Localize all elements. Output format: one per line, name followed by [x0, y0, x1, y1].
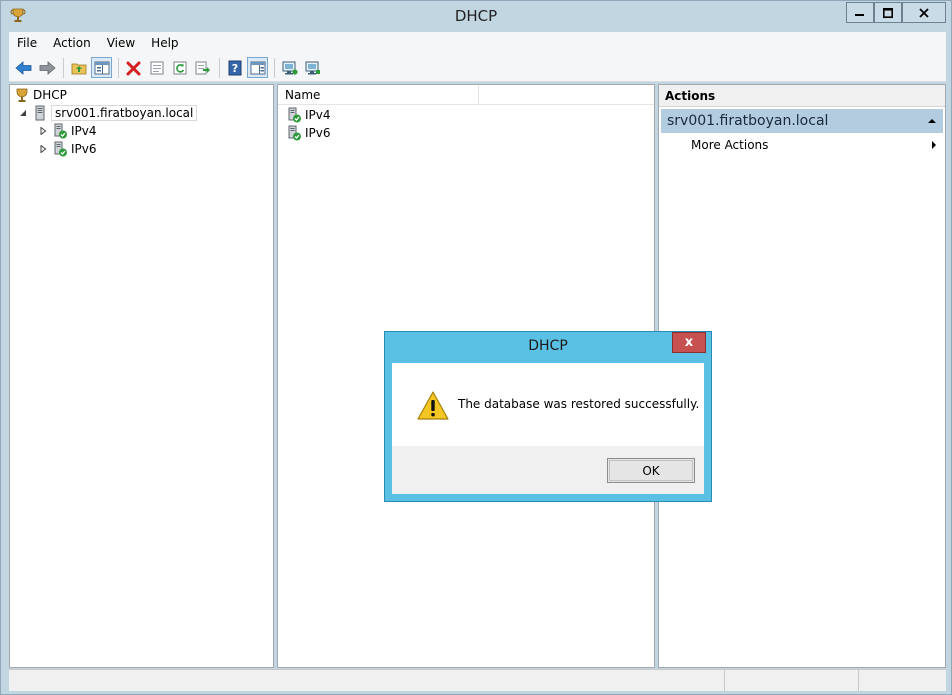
refresh-button[interactable]: [169, 57, 190, 78]
help-button[interactable]: ?: [224, 57, 245, 78]
collapse-arrow-icon[interactable]: [18, 108, 28, 118]
dialog-title: DHCP: [528, 338, 568, 354]
show-hide-action-pane-icon: [250, 61, 265, 74]
column-header-name[interactable]: Name: [278, 85, 479, 105]
ipv6-scope-icon: [288, 125, 301, 141]
status-segment: [858, 670, 946, 692]
toolbar-separator: [118, 57, 119, 78]
back-arrow-icon: [14, 60, 31, 75]
close-icon: [919, 7, 929, 18]
properties-icon: [150, 61, 163, 74]
list-header: Name: [278, 85, 654, 105]
unauthorize-server-button[interactable]: [302, 57, 323, 78]
ipv4-scope-icon: [288, 107, 301, 123]
warning-icon: [417, 391, 449, 420]
help-icon: ?: [228, 60, 241, 75]
delete-icon: [126, 61, 140, 75]
tree-ipv4-label: IPv4: [71, 124, 97, 138]
back-button[interactable]: [13, 57, 34, 78]
maximize-icon: [883, 7, 893, 18]
ipv4-scope-icon: [54, 123, 67, 139]
tree-node-ipv6[interactable]: IPv6: [38, 140, 97, 158]
menu-help[interactable]: Help: [143, 36, 186, 50]
more-actions-item[interactable]: More Actions: [659, 135, 945, 155]
toolbar-separator: [274, 57, 275, 78]
menu-action[interactable]: Action: [45, 36, 99, 50]
tree-root-label: DHCP: [33, 88, 67, 102]
dialog-body: The database was restored successfully.: [392, 363, 704, 446]
forward-button[interactable]: [36, 57, 57, 78]
dhcp-trophy-icon: [16, 88, 28, 102]
actions-group-server[interactable]: srv001.firatboyan.local: [661, 109, 943, 133]
minimize-icon: [855, 13, 864, 16]
menu-file[interactable]: File: [9, 36, 45, 50]
tree-server-label: srv001.firatboyan.local: [51, 105, 198, 121]
server-authorize-icon: [282, 61, 298, 75]
list-item-label: IPv6: [305, 126, 331, 140]
dialog-close-button[interactable]: x: [672, 332, 706, 353]
collapse-up-icon[interactable]: [927, 117, 937, 125]
console-tree[interactable]: DHCP srv001.firatboyan.local IPv4 IPv6: [9, 84, 274, 668]
show-hide-tree-icon: [94, 61, 109, 74]
list-item-label: IPv4: [305, 108, 331, 122]
actions-group-label: srv001.firatboyan.local: [667, 113, 829, 129]
menu-view[interactable]: View: [99, 36, 143, 50]
authorize-server-button[interactable]: [279, 57, 300, 78]
show-hide-action-pane-button[interactable]: [247, 57, 268, 78]
toolbar-separator: [219, 57, 220, 78]
status-bar: [9, 669, 946, 692]
dialog-footer: OK: [392, 446, 704, 494]
tree-node-server[interactable]: srv001.firatboyan.local: [18, 104, 198, 122]
menu-bar: File Action View Help: [9, 32, 946, 54]
tree-node-ipv4[interactable]: IPv4: [38, 122, 97, 140]
mmc-window: DHCP File Action View Help ? DHCP srv001…: [0, 0, 952, 695]
ipv6-scope-icon: [54, 141, 67, 157]
svg-text:?: ?: [231, 62, 237, 75]
more-actions-label: More Actions: [691, 138, 769, 152]
properties-button[interactable]: [146, 57, 167, 78]
up-folder-icon: [71, 63, 86, 74]
forward-arrow-icon: [39, 60, 56, 75]
server-unauthorize-icon: [305, 61, 320, 74]
close-button[interactable]: [902, 2, 946, 23]
message-dialog: DHCP x The database was restored success…: [384, 331, 712, 502]
status-segment: [724, 670, 858, 692]
export-list-button[interactable]: [192, 57, 213, 78]
toolbar-separator: [63, 57, 64, 78]
export-list-icon: [195, 61, 210, 74]
up-one-level-button[interactable]: [68, 57, 89, 78]
minimize-button[interactable]: [846, 2, 874, 23]
expand-arrow-icon[interactable]: [38, 126, 48, 136]
toolbar: ?: [9, 54, 946, 82]
refresh-icon: [173, 61, 186, 74]
dialog-message: The database was restored successfully.: [458, 397, 700, 411]
submenu-arrow-icon: [932, 141, 936, 149]
server-icon: [35, 105, 45, 121]
close-icon: x: [684, 335, 694, 350]
expand-arrow-icon[interactable]: [38, 144, 48, 154]
list-item-ipv4[interactable]: IPv4: [286, 106, 331, 124]
show-hide-tree-button[interactable]: [91, 57, 112, 78]
tree-ipv6-label: IPv6: [71, 142, 97, 156]
actions-header: Actions: [659, 85, 945, 107]
delete-button[interactable]: [123, 57, 144, 78]
window-title: DHCP: [454, 7, 498, 25]
maximize-button[interactable]: [874, 2, 902, 23]
list-item-ipv6[interactable]: IPv6: [286, 124, 331, 142]
title-bar[interactable]: DHCP: [1, 1, 951, 31]
tree-root-dhcp[interactable]: DHCP: [14, 86, 67, 104]
ok-button[interactable]: OK: [607, 458, 695, 483]
